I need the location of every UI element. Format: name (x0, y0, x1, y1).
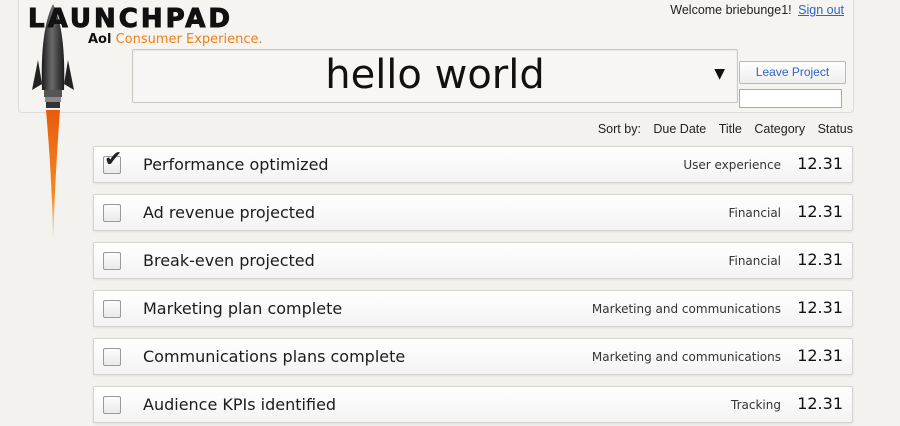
task-due-date: 12.31 (797, 394, 843, 413)
task-due-date: 12.31 (797, 202, 843, 221)
task-title[interactable]: Ad revenue projected (143, 203, 315, 222)
task-title[interactable]: Audience KPIs identified (143, 395, 336, 414)
task-category: Financial (728, 206, 781, 220)
project-text-input[interactable] (739, 89, 842, 108)
task-row: ✔ Performance optimized User experience … (93, 146, 853, 183)
project-name: hello world (325, 52, 545, 98)
task-category: Tracking (731, 398, 781, 412)
dropdown-arrow-icon[interactable]: ▼ (714, 66, 725, 82)
task-due-date: 12.31 (797, 154, 843, 173)
task-due-date: 12.31 (797, 250, 843, 269)
task-title[interactable]: Break-even projected (143, 251, 315, 270)
task-row: Communications plans complete Marketing … (93, 338, 853, 375)
task-checkbox[interactable] (103, 396, 121, 414)
sort-due-date[interactable]: Due Date (653, 122, 706, 136)
task-title[interactable]: Marketing plan complete (143, 299, 342, 318)
welcome-bar: Welcome briebunge1! Sign out (670, 3, 844, 17)
welcome-text: Welcome briebunge1! (670, 3, 792, 17)
checkmark-icon: ✔ (104, 147, 123, 172)
task-checkbox[interactable] (103, 204, 121, 222)
task-due-date: 12.31 (797, 298, 843, 317)
logo-subtitle: Aol Consumer Experience. (88, 32, 263, 47)
task-category: Marketing and communications (591, 302, 781, 316)
sort-status[interactable]: Status (818, 122, 853, 136)
task-category: Marketing and communications (591, 350, 781, 364)
task-checkbox[interactable]: ✔ (103, 149, 122, 174)
sign-out-link[interactable]: Sign out (798, 3, 844, 17)
task-due-date: 12.31 (797, 346, 843, 365)
task-title[interactable]: Performance optimized (143, 155, 329, 174)
task-category: User experience (683, 158, 781, 172)
sort-category[interactable]: Category (754, 122, 805, 136)
sort-bar: Sort by: Due Date Title Category Status (598, 122, 853, 136)
leave-project-button[interactable]: Leave Project (739, 61, 846, 84)
task-row: Break-even projected Financial 12.31 (93, 242, 853, 279)
logo: LAUNCHPAD Aol Consumer Experience. (28, 4, 263, 48)
task-title[interactable]: Communications plans complete (143, 347, 405, 366)
task-row: Audience KPIs identified Tracking 12.31 (93, 386, 853, 423)
task-checkbox[interactable] (103, 300, 121, 318)
project-selector[interactable]: hello world ▼ (132, 49, 738, 103)
logo-tagline: Consumer Experience. (115, 32, 263, 47)
sort-title[interactable]: Title (719, 122, 742, 136)
task-row: Ad revenue projected Financial 12.31 (93, 194, 853, 231)
logo-title: LAUNCHPAD (28, 4, 233, 35)
sort-label: Sort by: (597, 122, 641, 136)
task-row: Marketing plan complete Marketing and co… (93, 290, 853, 327)
task-category: Financial (728, 254, 781, 268)
logo-aol: Aol (88, 32, 112, 47)
task-checkbox[interactable] (103, 252, 121, 270)
task-checkbox[interactable] (103, 348, 121, 366)
